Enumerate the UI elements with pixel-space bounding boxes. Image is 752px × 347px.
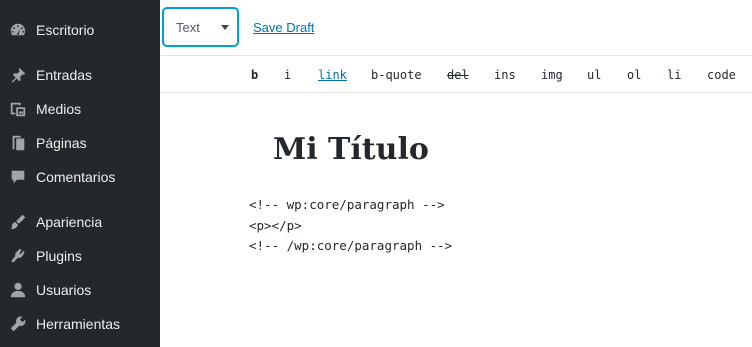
caret-down-icon [221, 25, 229, 30]
dashboard-icon [8, 20, 28, 40]
quicktag-italic-button[interactable]: i [284, 68, 291, 82]
editor-header: Text Save Draft [160, 0, 752, 56]
brush-icon [8, 212, 28, 232]
sidebar-item-label: Apariencia [36, 214, 103, 230]
quicktag-img-button[interactable]: img [541, 68, 563, 82]
comments-icon [8, 167, 28, 187]
quicktag-li-button[interactable]: li [667, 68, 681, 82]
plugin-icon [8, 246, 28, 266]
quicktag-blockquote-button[interactable]: b-quote [371, 68, 422, 82]
sidebar-item-herramientas[interactable]: Herramientas [0, 307, 160, 341]
pin-icon [8, 65, 28, 85]
content-line: <!-- wp:core/paragraph --> [249, 197, 445, 212]
wrench-icon [8, 314, 28, 334]
sidebar-item-apariencia[interactable]: Apariencia [0, 205, 160, 239]
sidebar-item-label: Escritorio [36, 22, 95, 38]
content-line: <!-- /wp:core/paragraph --> [249, 238, 453, 253]
sidebar-item-label: Herramientas [36, 316, 121, 332]
sidebar-item-plugins[interactable]: Plugins [0, 239, 160, 273]
quicktags-toolbar: b i link b-quote del ins img ul ol li co… [160, 56, 752, 93]
sidebar-item-escritorio[interactable]: Escritorio [0, 13, 160, 47]
sidebar-item-label: Comentarios [36, 169, 116, 185]
post-content-textarea[interactable]: <!-- wp:core/paragraph --> <p></p> <!-- /w… [249, 195, 452, 257]
sidebar-item-label: Medios [36, 101, 82, 117]
editor-mode-value: Text [176, 20, 200, 35]
quicktag-ul-button[interactable]: ul [587, 68, 601, 82]
sidebar-item-label: Usuarios [36, 282, 92, 298]
admin-sidebar: Escritorio Entradas Medios Páginas Comen… [0, 0, 160, 347]
save-draft-link[interactable]: Save Draft [253, 20, 314, 35]
sidebar-item-usuarios[interactable]: Usuarios [0, 273, 160, 307]
sidebar-item-label: Plugins [36, 248, 82, 264]
quicktag-ol-button[interactable]: ol [627, 68, 641, 82]
quicktag-link-button[interactable]: link [318, 68, 347, 82]
sidebar-item-medios[interactable]: Medios [0, 92, 160, 126]
media-icon [8, 99, 28, 119]
user-icon [8, 280, 28, 300]
sidebar-item-paginas[interactable]: Páginas [0, 126, 160, 160]
editor-mode-select[interactable]: Text [163, 8, 238, 46]
content-line: <p></p> [249, 217, 302, 233]
sidebar-item-entradas[interactable]: Entradas [0, 58, 160, 92]
sidebar-item-label: Páginas [36, 135, 87, 151]
quicktag-bold-button[interactable]: b [251, 68, 258, 82]
pages-icon [8, 133, 28, 153]
quicktag-code-button[interactable]: code [707, 68, 736, 82]
quicktag-del-button[interactable]: del [447, 68, 469, 82]
post-title[interactable]: Mi Título [273, 132, 429, 167]
sidebar-item-label: Entradas [36, 67, 93, 83]
sidebar-item-comentarios[interactable]: Comentarios [0, 160, 160, 194]
quicktag-ins-button[interactable]: ins [494, 68, 516, 82]
